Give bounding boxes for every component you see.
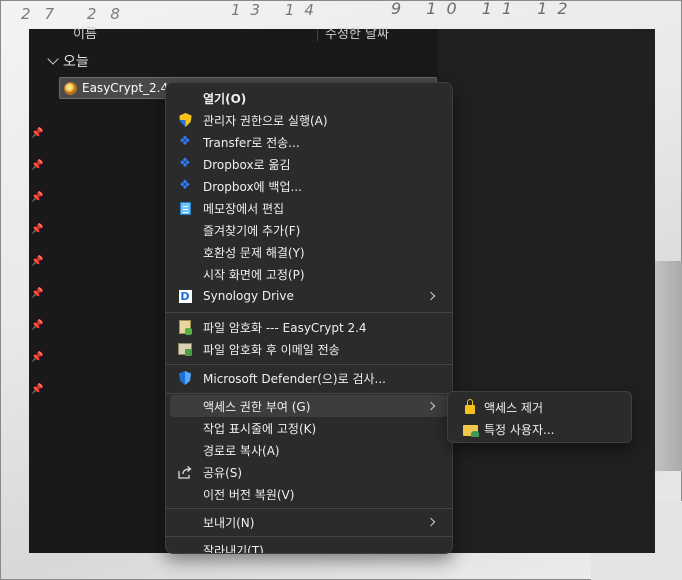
- defender-icon: [178, 371, 192, 385]
- menu-item-cut[interactable]: 잘라내기(T): [170, 539, 448, 554]
- menu-item-pin-to-taskbar[interactable]: 작업 표시줄에 고정(K): [170, 417, 448, 439]
- menu-separator: [166, 536, 452, 537]
- pin-icon[interactable]: 📌: [31, 161, 43, 171]
- menu-item-copy-as-path[interactable]: 경로로 복사(A): [170, 439, 448, 461]
- group-label: 오늘: [63, 54, 89, 70]
- details-pane: [438, 29, 655, 553]
- easycrypt-app-icon: [64, 81, 77, 95]
- menu-item-label: 작업 표시줄에 고정(K): [203, 421, 317, 436]
- menu-item-label: 파일 암호화 --- EasyCrypt 2.4: [203, 320, 367, 335]
- menu-item-label: 이전 버전 복원(V): [203, 487, 295, 502]
- menu-item-label: 잘라내기(T): [203, 543, 264, 554]
- menu-item-run-as-admin[interactable]: 관리자 권한으로 실행(A): [170, 109, 448, 131]
- encrypt-file-icon: [178, 320, 192, 335]
- encrypt-mail-icon: [178, 342, 192, 356]
- menu-item-label: 관리자 권한으로 실행(A): [203, 113, 328, 128]
- menu-item-label: Synology Drive: [203, 289, 294, 303]
- column-divider[interactable]: [317, 29, 318, 41]
- menu-item-label: 열기(O): [203, 91, 247, 106]
- menu-item-share[interactable]: 공유(S): [170, 461, 448, 483]
- menu-separator: [166, 508, 452, 509]
- menu-item-synology-drive[interactable]: D Synology Drive: [170, 285, 448, 307]
- notepad-icon: [178, 201, 192, 215]
- background-calendar-text: 27 28: [21, 5, 134, 23]
- menu-item-send-to[interactable]: 보내기(N): [170, 511, 448, 533]
- menu-item-label: 즐겨찾기에 추가(F): [203, 223, 301, 238]
- quick-access-pins: 📌 📌 📌 📌 📌 📌 📌 📌 📌: [29, 119, 43, 419]
- chevron-down-icon: [47, 53, 59, 65]
- menu-item-label: 액세스 권한 부여 (G): [203, 399, 311, 414]
- submenu-item-label: 특정 사용자...: [484, 422, 555, 437]
- group-header-today[interactable]: 오늘: [47, 51, 89, 71]
- menu-item-label: Microsoft Defender(으)로 검사...: [203, 371, 386, 386]
- dropbox-icon: ❖: [179, 156, 191, 171]
- dropbox-icon: ❖: [179, 134, 191, 149]
- menu-item-label: 호환성 문제 해결(Y): [203, 245, 305, 260]
- submenu-item-specific-people[interactable]: 특정 사용자...: [452, 418, 628, 440]
- menu-item-give-access[interactable]: 액세스 권한 부여 (G): [170, 395, 448, 417]
- pin-icon[interactable]: 📌: [31, 385, 43, 395]
- share-icon: [178, 465, 192, 479]
- menu-item-label: Dropbox로 옮김: [203, 157, 291, 172]
- menu-item-label: 파일 암호화 후 이메일 전송: [203, 342, 340, 357]
- pin-icon[interactable]: 📌: [31, 225, 43, 235]
- menu-item-backup-to-dropbox[interactable]: ❖ Dropbox에 백업...: [170, 175, 448, 197]
- chevron-right-icon: [426, 401, 436, 411]
- context-menu: 열기(O) 관리자 권한으로 실행(A) ❖ Transfer로 전송... ❖…: [165, 82, 453, 554]
- pin-icon[interactable]: 📌: [31, 257, 43, 267]
- menu-item-restore-previous-versions[interactable]: 이전 버전 복원(V): [170, 483, 448, 505]
- submenu-item-label: 액세스 제거: [484, 400, 544, 415]
- menu-item-label: 메모장에서 편집: [203, 201, 285, 216]
- menu-item-label: Transfer로 전송...: [203, 135, 300, 150]
- menu-item-encrypt-file[interactable]: 파일 암호화 --- EasyCrypt 2.4: [170, 316, 448, 338]
- background-calendar-text: 9 10 11 12: [391, 0, 578, 18]
- give-access-submenu: 액세스 제거 특정 사용자...: [447, 391, 632, 443]
- pin-icon[interactable]: 📌: [31, 129, 43, 139]
- menu-item-label: 시작 화면에 고정(P): [203, 267, 305, 282]
- column-header-name[interactable]: 이름: [73, 23, 97, 42]
- pin-icon[interactable]: 📌: [31, 353, 43, 363]
- chevron-right-icon: [426, 517, 436, 527]
- dropbox-icon: ❖: [179, 178, 191, 193]
- uac-shield-icon: [178, 113, 192, 127]
- pin-icon[interactable]: 📌: [31, 289, 43, 299]
- menu-item-troubleshoot-compatibility[interactable]: 호환성 문제 해결(Y): [170, 241, 448, 263]
- pin-icon[interactable]: 📌: [31, 193, 43, 203]
- menu-item-add-to-favorites[interactable]: 즐겨찾기에 추가(F): [170, 219, 448, 241]
- menu-item-pin-to-start[interactable]: 시작 화면에 고정(P): [170, 263, 448, 285]
- submenu-item-remove-access[interactable]: 액세스 제거: [452, 396, 628, 418]
- menu-separator: [166, 312, 452, 313]
- background-calendar-text: 13 14: [231, 1, 324, 19]
- menu-item-label: 경로로 복사(A): [203, 443, 280, 458]
- menu-separator: [166, 364, 452, 365]
- pin-icon[interactable]: 📌: [31, 321, 43, 331]
- menu-item-open[interactable]: 열기(O): [170, 87, 448, 109]
- menu-item-defender-scan[interactable]: Microsoft Defender(으)로 검사...: [170, 367, 448, 389]
- menu-item-encrypt-and-email[interactable]: 파일 암호화 후 이메일 전송: [170, 338, 448, 360]
- chevron-right-icon: [426, 291, 436, 301]
- menu-separator: [166, 393, 452, 394]
- menu-item-move-to-dropbox[interactable]: ❖ Dropbox로 옮김: [170, 153, 448, 175]
- column-header-date[interactable]: 수정한 날짜: [325, 23, 389, 42]
- menu-item-label: 보내기(N): [203, 515, 255, 530]
- lock-icon: [462, 399, 478, 415]
- users-folder-icon: [462, 421, 479, 437]
- menu-item-label: 공유(S): [203, 465, 243, 480]
- menu-item-transfer[interactable]: ❖ Transfer로 전송...: [170, 131, 448, 153]
- menu-item-label: Dropbox에 백업...: [203, 179, 302, 194]
- synology-drive-icon: D: [178, 289, 192, 303]
- menu-item-edit-in-notepad[interactable]: 메모장에서 편집: [170, 197, 448, 219]
